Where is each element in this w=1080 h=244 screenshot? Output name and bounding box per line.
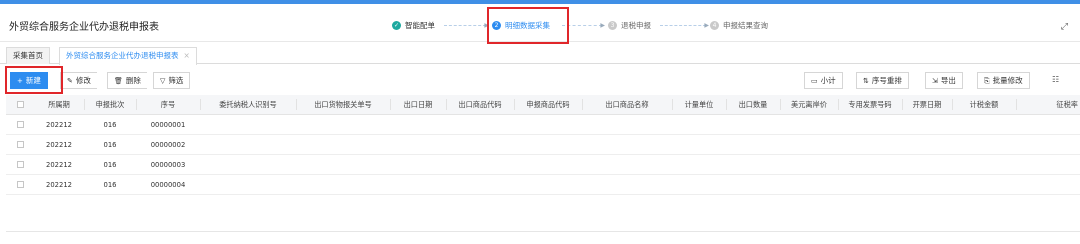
col-header[interactable]: 专用发票号码 — [838, 95, 902, 114]
col-header[interactable]: 计税金额 — [952, 95, 1016, 114]
button-label: 筛选 — [168, 76, 184, 85]
filter-button[interactable]: ▽ 筛选 — [153, 72, 191, 89]
reorder-button[interactable]: ⇅ 序号重排 — [856, 72, 909, 89]
cell-seq: 00000004 — [150, 180, 186, 189]
export-button[interactable]: ⇲ 导出 — [925, 72, 963, 89]
export-icon: ⇲ — [932, 77, 938, 85]
col-header[interactable]: 美元离岸价 — [780, 95, 838, 114]
button-label: 导出 — [940, 76, 956, 85]
row-checkbox[interactable] — [6, 175, 34, 194]
col-header[interactable]: 计量单位 — [672, 95, 726, 114]
row-checkbox[interactable] — [6, 115, 34, 134]
highlight-box-step — [487, 7, 569, 44]
step-connector: ▶ — [444, 22, 489, 29]
filter-icon: ▽ — [160, 77, 166, 85]
fullscreen-icon[interactable]: ⤢ — [1061, 22, 1068, 32]
column-settings-icon[interactable]: ☷ — [1052, 75, 1059, 84]
table-row[interactable]: 202212 016 00000002 — [6, 135, 1080, 155]
step-tax-refund-declare[interactable]: 3 退税申报 — [608, 15, 651, 35]
cell-seq: 00000003 — [150, 160, 186, 169]
col-header[interactable]: 开票日期 — [902, 95, 952, 114]
button-label: 小计 — [820, 76, 836, 85]
col-header[interactable]: 委托纳税人识别号 — [200, 95, 296, 114]
edit-button[interactable]: ✎ 修改 — [60, 72, 97, 89]
highlight-box-new — [5, 66, 63, 94]
row-checkbox[interactable] — [6, 155, 34, 174]
button-label: 删除 — [125, 76, 141, 85]
table-row[interactable]: 202212 016 00000001 — [6, 115, 1080, 135]
select-all-checkbox[interactable] — [6, 95, 34, 114]
tab-label: 采集首页 — [13, 51, 43, 60]
tab-bar: 采集首页 外贸综合服务企业代办退税申报表 × — [0, 44, 1080, 65]
col-header[interactable]: 申报商品代码 — [514, 95, 582, 114]
sort-icon: ⇅ — [863, 77, 869, 85]
step-result-query[interactable]: 4 申报结果查询 — [710, 15, 768, 35]
col-header[interactable]: 出口商品代码 — [446, 95, 514, 114]
edit-icon: ✎ — [67, 77, 73, 85]
col-header[interactable]: 出口数量 — [726, 95, 780, 114]
tab-label: 外贸综合服务企业代办退税申报表 — [66, 51, 179, 60]
col-header[interactable]: 序号 — [136, 95, 200, 114]
cell-batch: 016 — [103, 180, 117, 189]
subtotal-button[interactable]: ▭ 小计 — [804, 72, 843, 89]
cell-period: 202212 — [46, 180, 72, 189]
step-number-icon: 3 — [608, 20, 617, 30]
table-row[interactable]: 202212 016 00000003 — [6, 155, 1080, 175]
cell-period: 202212 — [46, 140, 72, 149]
delete-button[interactable]: 🗑 删除 — [107, 72, 147, 89]
check-icon: ✓ — [392, 20, 401, 30]
cell-seq: 00000001 — [150, 120, 186, 129]
batch-edit-button[interactable]: ⎘ 批量修改 — [977, 72, 1030, 89]
col-header[interactable]: 所属期 — [34, 95, 84, 114]
col-header[interactable]: 征税率 — [1016, 95, 1080, 114]
col-header[interactable]: 出口商品名称 — [582, 95, 672, 114]
button-label: 修改 — [75, 76, 91, 85]
table-header: 所属期 申报批次 序号 委托纳税人识别号 出口货物报关单号 出口日期 出口商品代… — [6, 95, 1080, 115]
trash-icon: 🗑 — [114, 77, 123, 85]
step-label: 退税申报 — [621, 20, 651, 30]
row-checkbox[interactable] — [6, 135, 34, 154]
step-connector: ▶ — [660, 22, 709, 29]
cell-batch: 016 — [103, 160, 117, 169]
step-label: 智能配单 — [405, 20, 435, 30]
toolbar: + 新建 ✎ 修改 🗑 删除 ▽ 筛选 ▭ 小计 ⇅ 序号重排 ⇲ 导出 ⎘ 批量修改 ☷ — [0, 68, 1080, 92]
table-footer-divider — [6, 231, 1080, 232]
close-icon[interactable]: × — [184, 51, 190, 60]
col-header[interactable]: 出口货物报关单号 — [296, 95, 390, 114]
cell-batch: 016 — [103, 120, 117, 129]
page-title: 外贸综合服务企业代办退税申报表 — [9, 22, 159, 33]
step-smart-match[interactable]: ✓ 智能配单 — [392, 15, 435, 35]
col-header[interactable]: 出口日期 — [390, 95, 446, 114]
cell-period: 202212 — [46, 160, 72, 169]
cell-seq: 00000002 — [150, 140, 186, 149]
col-header[interactable]: 申报批次 — [84, 95, 136, 114]
cell-period: 202212 — [46, 120, 72, 129]
batch-edit-icon: ⎘ — [984, 77, 990, 85]
tab-refund-declaration[interactable]: 外贸综合服务企业代办退税申报表 × — [59, 47, 197, 65]
tab-collection-home[interactable]: 采集首页 — [6, 47, 50, 64]
data-table: 所属期 申报批次 序号 委托纳税人识别号 出口货物报关单号 出口日期 出口商品代… — [6, 95, 1080, 195]
cell-batch: 016 — [103, 140, 117, 149]
table-row[interactable]: 202212 016 00000004 — [6, 175, 1080, 195]
step-label: 申报结果查询 — [723, 20, 768, 30]
document-icon: ▭ — [811, 77, 818, 85]
button-label: 批量修改 — [992, 76, 1023, 85]
step-number-icon: 4 — [710, 20, 719, 30]
button-label: 序号重排 — [871, 76, 902, 85]
